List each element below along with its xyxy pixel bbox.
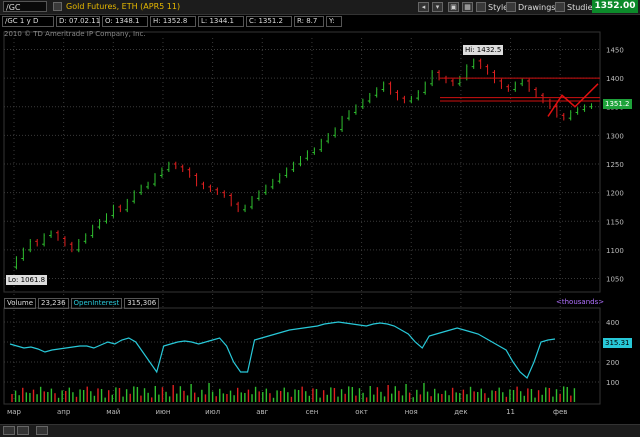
time-tick-label: дек: [454, 408, 467, 416]
time-tick-label: авг: [256, 408, 268, 416]
high-box: H: 1352.8: [150, 16, 196, 27]
time-tick-label: апр: [57, 408, 71, 416]
style-button[interactable]: Style: [476, 1, 508, 13]
copyright-text: 2010 © TD Ameritrade IP Company, Inc.: [4, 30, 146, 38]
volume-tick-label: 100: [606, 379, 619, 387]
zoom-icon[interactable]: ▣: [448, 2, 459, 12]
time-tick-label: окт: [355, 408, 368, 416]
oi-axis-badge: 315.31: [603, 338, 632, 348]
time-tick-label: мар: [7, 408, 22, 416]
ohlc-info-bar: /GC 1 y D D: 07.02.11 O: 1348.1 H: 1352.…: [0, 15, 640, 28]
low-box: L: 1344.1: [198, 16, 244, 27]
yield-box: Y:: [326, 16, 342, 27]
volume-tick-label: 400: [606, 319, 619, 327]
price-tick-label: 1200: [606, 190, 624, 198]
units-label: <thousands>: [556, 298, 605, 306]
price-axis-badge: 1351.2: [603, 99, 632, 109]
scroll-left-icon[interactable]: [3, 426, 15, 435]
time-tick-label: июн: [155, 408, 170, 416]
price-tick-label: 1300: [606, 132, 624, 140]
chart-canvas[interactable]: 1050110011501200125013001350140014501002…: [0, 0, 640, 436]
drawings-icon: [506, 2, 516, 12]
link-checkbox[interactable]: [53, 2, 62, 11]
date-box: D: 07.02.11: [56, 16, 100, 27]
prev-icon[interactable]: ◂: [418, 2, 429, 12]
chart-toolbar: /GC Gold Futures, ETH (APR5 11) ◂ ▾ ▣ ▦ …: [0, 0, 640, 15]
time-tick-label: фев: [553, 408, 567, 416]
price-tick-label: 1250: [606, 161, 624, 169]
price-tick-label: 1400: [606, 75, 624, 83]
scroll-right-icon[interactable]: [17, 426, 29, 435]
price-tick-label: 1050: [606, 276, 624, 284]
price-tick-label: 1100: [606, 247, 624, 255]
time-tick-label: июл: [205, 408, 220, 416]
projection-arrow: [547, 83, 599, 117]
price-tick-label: 1450: [606, 46, 624, 54]
bottom-toolbar: [0, 424, 640, 437]
open-box: O: 1348.1: [102, 16, 148, 27]
grid-icon[interactable]: ▦: [462, 2, 473, 12]
settings-icon[interactable]: ▾: [432, 2, 443, 12]
price-tick-label: 1150: [606, 218, 624, 226]
time-tick-label: 11: [506, 408, 515, 416]
openinterest-line: [9, 321, 556, 379]
time-tick-label: май: [106, 408, 120, 416]
volume-value: 23,236: [38, 298, 69, 309]
volume-label: Volume: [4, 298, 37, 309]
drawings-button[interactable]: Drawings: [506, 1, 555, 13]
studies-button[interactable]: Studies: [555, 1, 597, 13]
symbol-input[interactable]: /GC: [3, 1, 47, 12]
oi-label: OpenInterest: [70, 298, 123, 309]
studies-icon: [555, 2, 565, 12]
time-tick-label: ноя: [405, 408, 418, 416]
time-tick-label: сен: [306, 408, 319, 416]
high-label: Hi: 1432.5: [463, 45, 504, 55]
timeframe-box[interactable]: /GC 1 y D: [2, 16, 54, 27]
oi-value: 315,306: [124, 298, 160, 309]
style-icon: [476, 2, 486, 12]
volume-tick-label: 200: [606, 359, 619, 367]
instrument-description: Gold Futures, ETH (APR5 11): [66, 2, 181, 11]
close-box: C: 1351.2: [246, 16, 292, 27]
expand-icon[interactable]: [36, 426, 48, 435]
last-price-badge: 1352.00: [592, 0, 638, 13]
low-label: Lo: 1061.8: [6, 275, 48, 285]
volume-panel-title: Volume 23,236 OpenInterest 315,306: [4, 298, 160, 309]
range-box: R: 8.7: [294, 16, 324, 27]
